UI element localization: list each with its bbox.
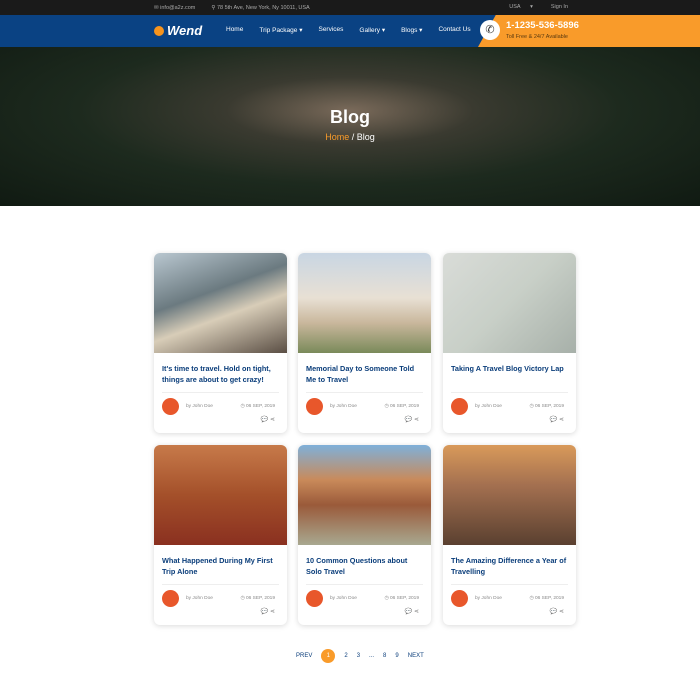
- clock-icon: ◷: [384, 596, 389, 601]
- avatar: [451, 590, 468, 607]
- page-9[interactable]: 9: [395, 653, 398, 659]
- author[interactable]: by John Doe: [330, 596, 357, 601]
- nav-item-gallery[interactable]: Gallery ▾: [359, 26, 385, 34]
- hero-banner: Blog Home / Blog: [0, 47, 700, 206]
- blog-title[interactable]: The Amazing Difference a Year of Travell…: [451, 555, 568, 577]
- page-2[interactable]: 2: [344, 653, 347, 659]
- avatar: [306, 590, 323, 607]
- prev-button[interactable]: PREV: [296, 653, 312, 659]
- phone-number[interactable]: 1-1235-536-5896: [506, 20, 579, 31]
- phone-icon: ✆: [480, 20, 500, 40]
- avatar: [306, 398, 323, 415]
- blog-title[interactable]: Memorial Day to Someone Told Me to Trave…: [306, 363, 423, 385]
- logo-icon: [154, 25, 164, 36]
- post-date: ◷ 06 SEP, 2019: [240, 596, 275, 601]
- author[interactable]: by John Doe: [186, 404, 213, 409]
- nav-item-trip-package[interactable]: Trip Package ▾: [259, 26, 302, 34]
- nav-menu: Home Trip Package ▾ Services Gallery ▾ Blogs…: [226, 26, 471, 34]
- share-icon[interactable]: ⋖: [414, 417, 419, 423]
- page-title: Blog: [330, 107, 370, 127]
- comment-icon[interactable]: 💬: [550, 609, 557, 615]
- nav-item-services[interactable]: Services: [318, 26, 343, 34]
- language-select[interactable]: USA ▾: [509, 4, 533, 10]
- author[interactable]: by John Doe: [475, 404, 502, 409]
- blog-title[interactable]: What Happened During My First Trip Alone: [162, 555, 279, 577]
- blog-image[interactable]: [298, 253, 431, 353]
- clock-icon: ◷: [384, 404, 389, 409]
- blog-card[interactable]: 10 Common Questions about Solo Travel by…: [298, 445, 431, 625]
- divider: [162, 584, 279, 585]
- share-icon[interactable]: ⋖: [559, 609, 564, 615]
- divider: [306, 584, 423, 585]
- clock-icon: ◷: [240, 404, 245, 409]
- blog-title[interactable]: Taking A Travel Blog Victory Lap: [451, 363, 568, 374]
- top-bar: ✉ info@a2z.com ⚲ 78 5th Ave, New York, N…: [0, 0, 700, 15]
- author[interactable]: by John Doe: [330, 404, 357, 409]
- post-date: ◷ 06 SEP, 2019: [384, 596, 419, 601]
- pagination: PREV 1 2 3... 8 9 NEXT: [296, 649, 424, 663]
- post-date: ◷ 06 SEP, 2019: [529, 596, 564, 601]
- blog-image[interactable]: [443, 445, 576, 545]
- blog-image[interactable]: [154, 253, 287, 353]
- email-text[interactable]: ✉ info@a2z.com: [154, 5, 203, 11]
- clock-icon: ◷: [240, 596, 245, 601]
- share-icon[interactable]: ⋖: [270, 417, 275, 423]
- post-date: ◷ 06 SEP, 2019: [384, 404, 419, 409]
- page-1[interactable]: 1: [321, 649, 336, 663]
- blog-title[interactable]: 10 Common Questions about Solo Travel: [306, 555, 423, 577]
- divider: [162, 392, 279, 393]
- author[interactable]: by John Doe: [186, 596, 213, 601]
- chevron-down-icon: ▾: [297, 27, 303, 34]
- blog-card[interactable]: What Happened During My First Trip Alone…: [154, 445, 287, 625]
- divider: [451, 392, 568, 393]
- breadcrumb-current: Blog: [356, 132, 375, 142]
- next-button[interactable]: NEXT: [408, 653, 424, 659]
- blog-image[interactable]: [298, 445, 431, 545]
- blog-card[interactable]: Taking A Travel Blog Victory Lap by John…: [443, 253, 576, 433]
- chevron-down-icon: ▾: [380, 27, 386, 34]
- logo[interactable]: Wend: [154, 23, 202, 38]
- author[interactable]: by John Doe: [475, 596, 502, 601]
- comment-icon[interactable]: 💬: [261, 609, 268, 615]
- clock-icon: ◷: [529, 404, 534, 409]
- page-3[interactable]: 3: [357, 653, 360, 659]
- page-8[interactable]: 8: [383, 653, 386, 659]
- signin-link[interactable]: Sign In: [551, 4, 568, 10]
- avatar: [451, 398, 468, 415]
- comment-icon[interactable]: 💬: [261, 417, 268, 423]
- divider: [306, 392, 423, 393]
- phone-subtext: Toll Free & 24/7 Available: [506, 34, 568, 40]
- page-ellipsis[interactable]: ...: [369, 653, 374, 659]
- blog-card[interactable]: Memorial Day to Someone Told Me to Trave…: [298, 253, 431, 433]
- avatar: [162, 398, 179, 415]
- blog-card[interactable]: It's time to travel. Hold on tight, thin…: [154, 253, 287, 433]
- comment-icon[interactable]: 💬: [550, 417, 557, 423]
- address-text: ⚲ 78 5th Ave, New York, Ny 10011, USA: [211, 4, 310, 11]
- breadcrumb: Home / Blog: [325, 132, 375, 142]
- breadcrumb-home[interactable]: Home: [325, 132, 349, 142]
- blog-image[interactable]: [443, 253, 576, 353]
- blog-title[interactable]: It's time to travel. Hold on tight, thin…: [162, 363, 279, 385]
- comment-icon[interactable]: 💬: [405, 417, 412, 423]
- nav-item-home[interactable]: Home: [226, 26, 243, 34]
- share-icon[interactable]: ⋖: [559, 417, 564, 423]
- clock-icon: ◷: [529, 596, 534, 601]
- chevron-down-icon: ▾: [417, 27, 423, 34]
- share-icon[interactable]: ⋖: [414, 609, 419, 615]
- blog-card[interactable]: The Amazing Difference a Year of Travell…: [443, 445, 576, 625]
- post-date: ◷ 06 SEP, 2019: [529, 404, 564, 409]
- post-date: ◷ 06 SEP, 2019: [240, 404, 275, 409]
- comment-icon[interactable]: 💬: [405, 609, 412, 615]
- nav-item-contact-us[interactable]: Contact Us: [438, 26, 470, 34]
- divider: [451, 584, 568, 585]
- share-icon[interactable]: ⋖: [270, 609, 275, 615]
- nav-item-blogs[interactable]: Blogs ▾: [401, 26, 422, 34]
- blog-image[interactable]: [154, 445, 287, 545]
- avatar: [162, 590, 179, 607]
